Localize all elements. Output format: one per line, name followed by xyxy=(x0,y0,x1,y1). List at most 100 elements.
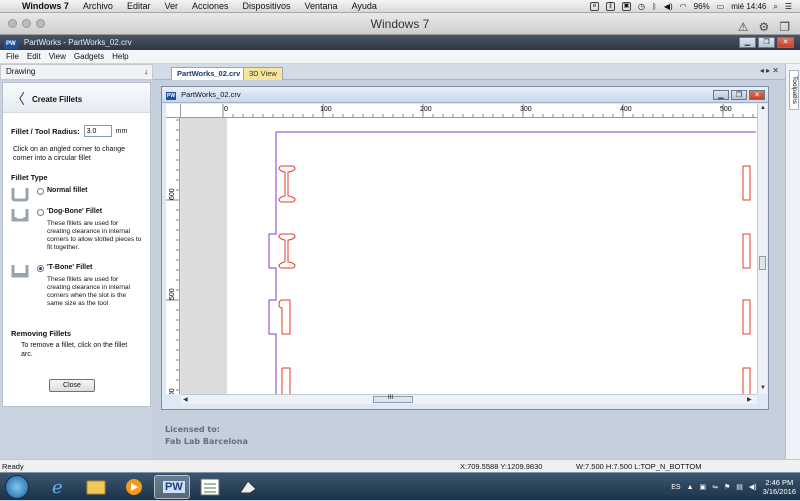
tbone-fillet-description: These fillets are used for creating clea… xyxy=(47,276,131,307)
parallels-icon[interactable]: ∥ xyxy=(606,2,616,11)
doc-close-button[interactable]: ✕ xyxy=(749,90,765,100)
minimize-light[interactable] xyxy=(22,19,31,28)
spotlight-icon[interactable]: ⌕ xyxy=(773,2,777,12)
scroll-right-arrow[interactable]: ▶ xyxy=(747,396,752,403)
fillet-instructions: Click on an angled corner to change corn… xyxy=(13,146,126,162)
profile-outline[interactable] xyxy=(268,131,756,394)
menu-view[interactable]: View xyxy=(49,52,66,61)
taskbar-clock[interactable]: 2:46 PM 3/16/2016 xyxy=(763,478,796,496)
notification-icon[interactable]: ☰ xyxy=(785,2,792,11)
document-logo-icon: PW xyxy=(166,92,177,100)
time-machine-icon[interactable]: ◷ xyxy=(638,2,645,11)
doc-minimize-button[interactable]: ▁ xyxy=(713,90,729,100)
drawing-canvas[interactable] xyxy=(181,118,757,394)
language-indicator[interactable]: ES xyxy=(671,484,680,491)
normal-fillet-radio[interactable] xyxy=(37,188,44,195)
evernote-icon[interactable]: e xyxy=(590,2,600,11)
slot-3[interactable] xyxy=(278,299,291,335)
ie-taskbar-button[interactable]: e xyxy=(40,475,76,499)
close-button[interactable]: ✕ xyxy=(777,37,794,48)
box-icon[interactable]: ▣ xyxy=(622,2,632,11)
vm-window-titlebar[interactable]: Windows 7 ⚠ ⚙ ❐ xyxy=(0,13,800,35)
menu-edit[interactable]: Edit xyxy=(27,52,41,61)
fillet-type-heading: Fillet Type xyxy=(11,173,48,182)
tray-expand-icon[interactable]: ▲ xyxy=(687,484,694,491)
normal-fillet-icon xyxy=(11,188,29,202)
vector-drawing[interactable] xyxy=(181,118,757,394)
maximize-button[interactable]: ❐ xyxy=(758,37,775,48)
wifi-icon[interactable]: ◠ xyxy=(680,2,687,11)
horizontal-scroll-thumb[interactable]: III xyxy=(373,395,413,403)
minimize-button[interactable]: ▁ xyxy=(739,37,756,48)
fillet-radius-label: Fillet / Tool Radius: xyxy=(11,126,80,136)
mac-clock[interactable]: mié 14:46 xyxy=(731,2,766,11)
back-chevron-icon[interactable]: 〈 xyxy=(11,89,25,109)
tab-partworks-file[interactable]: PartWorks_02.crv xyxy=(171,67,247,80)
bluetooth-icon[interactable]: ᛒ xyxy=(652,2,657,11)
partworks-taskbar-button[interactable]: PW xyxy=(154,475,190,499)
battery-icon[interactable]: ▭ xyxy=(717,2,725,11)
slot-5[interactable] xyxy=(742,165,751,201)
drawing-panel-header: Drawing ↓ xyxy=(0,64,153,80)
zoom-light[interactable] xyxy=(36,19,45,28)
tbone-fillet-icon xyxy=(11,265,29,278)
cutting-app-taskbar-button[interactable] xyxy=(230,475,266,499)
mac-menu-acciones[interactable]: Acciones xyxy=(192,1,229,11)
slot-4[interactable] xyxy=(281,367,291,394)
start-button[interactable] xyxy=(5,475,29,499)
menu-gadgets[interactable]: Gadgets xyxy=(74,52,104,61)
vertical-scroll-thumb[interactable] xyxy=(759,256,766,270)
fillet-radius-input[interactable] xyxy=(83,125,112,137)
tbone-fillet-radio[interactable] xyxy=(37,265,44,272)
volume-icon[interactable]: ◀) xyxy=(749,483,757,491)
vertical-scrollbar[interactable]: ▲ ▼ xyxy=(757,104,767,394)
battery-percent[interactable]: 96% xyxy=(694,2,710,11)
tab-navigation-arrows[interactable]: ◂ ▸ ✕ xyxy=(760,66,779,75)
license-line-1: Licensed to: xyxy=(165,425,220,434)
mac-menu-dispositivos[interactable]: Dispositivos xyxy=(243,1,291,11)
scroll-left-arrow[interactable]: ◀ xyxy=(183,396,188,403)
mac-menu-editar[interactable]: Editar xyxy=(127,1,151,11)
slot-6[interactable] xyxy=(742,233,751,269)
menu-help[interactable]: Help xyxy=(112,52,128,61)
mac-menu-ayuda[interactable]: Ayuda xyxy=(352,1,377,11)
tray-app-icon[interactable]: ▣ xyxy=(700,483,707,491)
normal-fillet-label: Normal fillet xyxy=(47,187,88,194)
system-tray: ES ▲ ▣ ⇋ ⚑ ▤ ◀) 2:46 PM 3/16/2016 xyxy=(671,473,796,501)
cutting-app-icon xyxy=(239,480,257,494)
network-icon[interactable]: ▤ xyxy=(736,483,743,491)
flag-icon[interactable]: ⚑ xyxy=(724,483,730,491)
menu-file[interactable]: File xyxy=(6,52,19,61)
slot-7[interactable] xyxy=(742,299,751,335)
explorer-taskbar-button[interactable] xyxy=(78,475,114,499)
vm-window-title: Windows 7 xyxy=(370,17,430,31)
volume-icon[interactable]: ◀) xyxy=(664,2,673,11)
slot-2[interactable] xyxy=(278,233,296,269)
app-titlebar[interactable]: PW PartWorks - PartWorks_02.crv ▁ ❐ ✕ xyxy=(0,35,800,50)
folder-icon xyxy=(86,480,106,495)
doc-restore-button[interactable]: ❐ xyxy=(731,90,747,100)
horizontal-scrollbar[interactable]: ◀ III ▶ xyxy=(181,394,757,404)
pin-icon[interactable]: ↓ xyxy=(144,65,148,79)
scroll-down-arrow[interactable]: ▼ xyxy=(760,385,766,391)
document-titlebar[interactable]: PW PartWorks_02.crv ▁ ❐ ✕ xyxy=(162,87,768,103)
tab-3d-view[interactable]: 3D View xyxy=(243,67,283,80)
scroll-up-arrow[interactable]: ▲ xyxy=(760,105,766,111)
mac-menubar: Windows 7 Archivo Editar Ver Acciones Di… xyxy=(0,0,800,13)
tbone-fillet-label: 'T-Bone' Fillet xyxy=(47,264,93,271)
mac-menu-ventana[interactable]: Ventana xyxy=(305,1,338,11)
removing-fillets-heading: Removing Fillets xyxy=(11,329,72,338)
mac-app-name[interactable]: Windows 7 xyxy=(22,1,69,11)
usb-icon[interactable]: ⇋ xyxy=(712,483,718,491)
dogbone-fillet-radio[interactable] xyxy=(37,209,44,216)
slot-1[interactable] xyxy=(278,165,296,203)
mac-menu-archivo[interactable]: Archivo xyxy=(83,1,113,11)
close-light[interactable] xyxy=(8,19,17,28)
fillet-radius-row: Fillet / Tool Radius: mm xyxy=(11,125,127,137)
toolpaths-tab[interactable]: Toolpaths xyxy=(789,70,799,110)
slot-8[interactable] xyxy=(742,367,751,394)
close-button[interactable]: Close xyxy=(49,379,95,392)
mac-menu-ver[interactable]: Ver xyxy=(164,1,178,11)
list-app-taskbar-button[interactable] xyxy=(192,475,228,499)
media-player-taskbar-button[interactable] xyxy=(116,475,152,499)
